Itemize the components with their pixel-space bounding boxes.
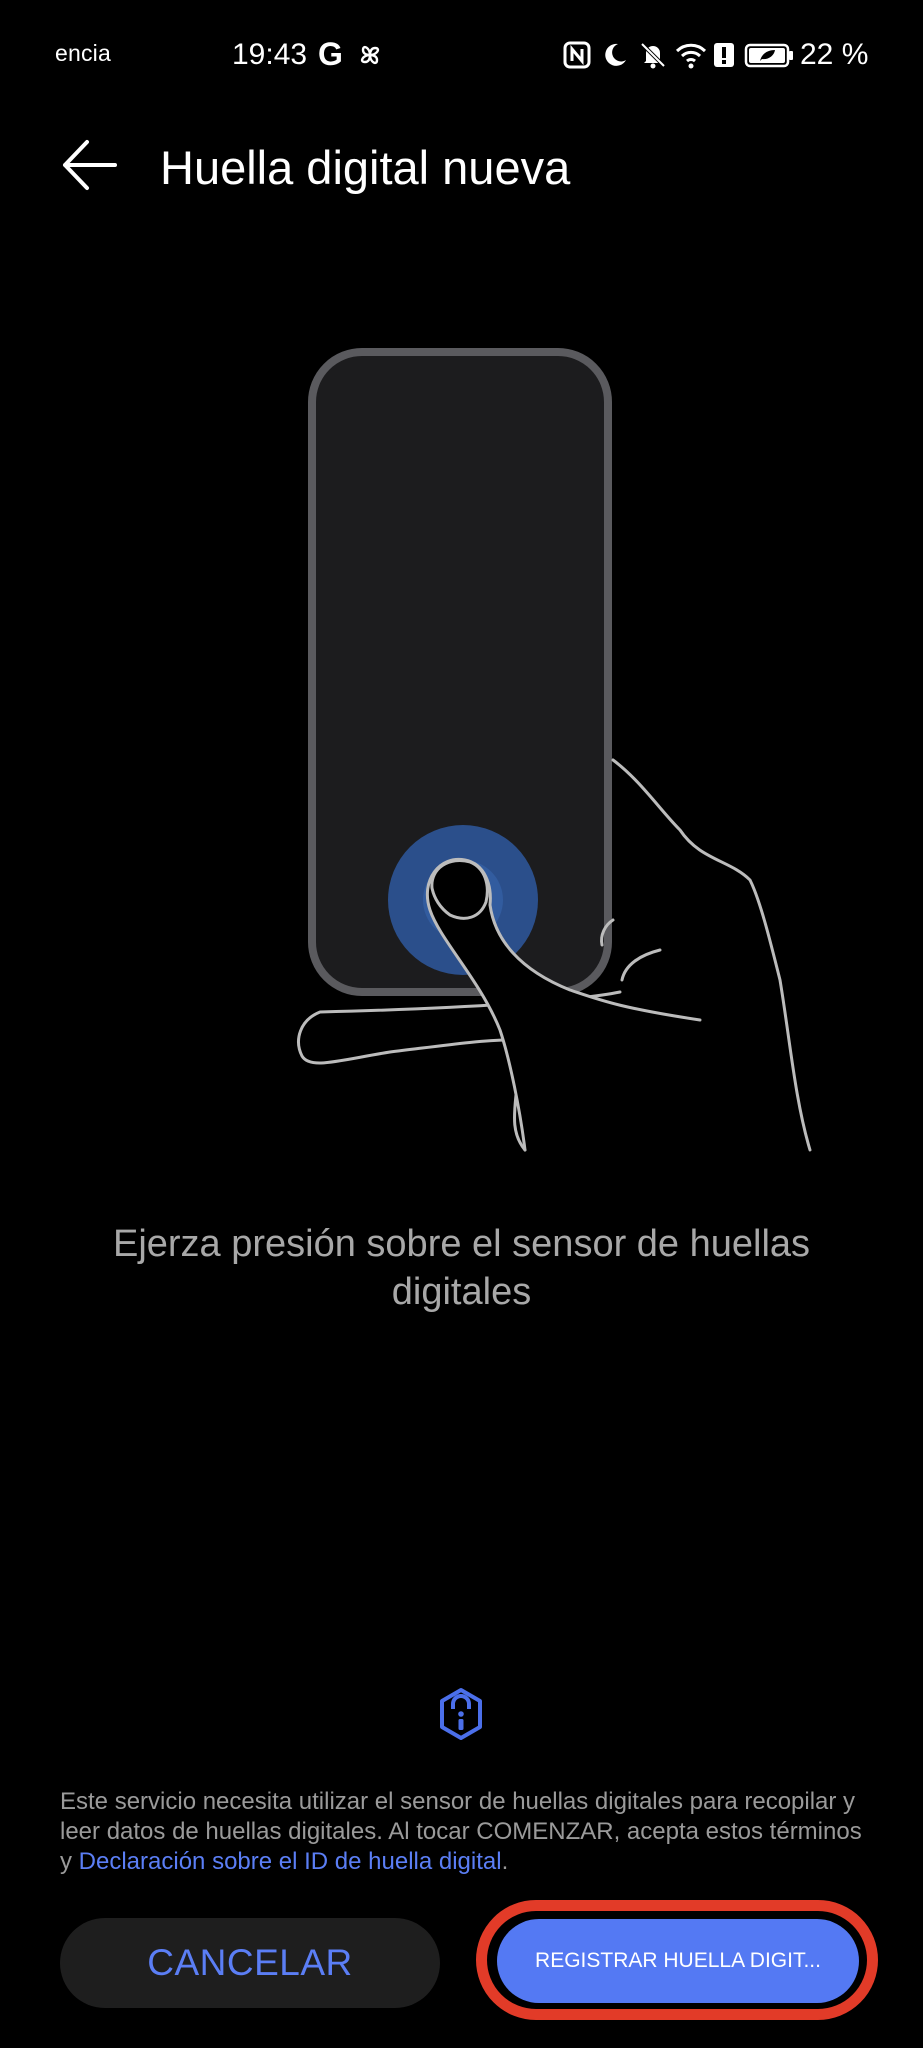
cancel-button[interactable]: CANCELAR bbox=[60, 1918, 440, 2008]
status-time: 19:43 bbox=[232, 38, 308, 71]
shield-info-icon bbox=[440, 1688, 482, 1740]
status-bar: encia 19:43 G 22 % bbox=[0, 0, 923, 110]
bell-muted-icon bbox=[640, 42, 666, 69]
register-fingerprint-button[interactable]: REGISTRAR HUELLA DIGIT... bbox=[497, 1919, 859, 2003]
instruction-text: Ejerza presión sobre el sensor de huella… bbox=[112, 1223, 811, 1313]
nfc-icon bbox=[563, 41, 591, 69]
arrow-left-icon bbox=[63, 140, 117, 190]
wifi-icon bbox=[675, 43, 707, 69]
back-button[interactable] bbox=[55, 130, 125, 200]
fingerprint-illustration bbox=[297, 348, 812, 1152]
moon-icon bbox=[605, 43, 626, 66]
pinwheel-icon bbox=[360, 45, 380, 65]
battery-percent: 22 % bbox=[800, 38, 869, 71]
terms-text: Este servicio necesita utilizar el senso… bbox=[60, 1787, 880, 1877]
google-icon: G bbox=[318, 36, 343, 72]
battery-icon bbox=[744, 43, 793, 68]
alert-icon bbox=[714, 43, 734, 67]
page-title: Huella digital nueva bbox=[160, 141, 571, 194]
terms-suffix: . bbox=[501, 1848, 509, 1875]
fingerprint-statement-link[interactable]: Declaración sobre el ID de huella digita… bbox=[79, 1848, 502, 1875]
status-left-text: encia bbox=[55, 40, 111, 66]
